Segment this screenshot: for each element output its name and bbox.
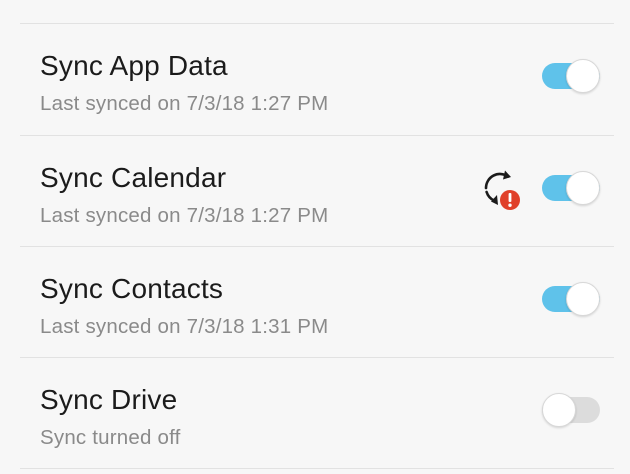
sync-item-contacts[interactable]: Sync Contacts Last synced on 7/3/18 1:31…: [0, 247, 630, 357]
list-divider: [20, 468, 614, 469]
sync-item-title: Sync Calendar: [40, 162, 227, 193]
sync-item-subtitle: Last synced on 7/3/18 1:31 PM: [40, 315, 329, 338]
sync-item-subtitle: Last synced on 7/3/18 1:27 PM: [40, 204, 329, 227]
sync-item-calendar[interactable]: Sync Calendar Last synced on 7/3/18 1:27…: [0, 136, 630, 246]
sync-error-icon[interactable]: [478, 164, 522, 212]
sync-calendar-toggle[interactable]: [542, 171, 600, 205]
toggle-knob: [542, 393, 576, 427]
sync-settings-list: Sync App Data Last synced on 7/3/18 1:27…: [0, 0, 630, 474]
toggle-knob: [566, 59, 600, 93]
sync-item-drive[interactable]: Sync Drive Sync turned off: [0, 358, 630, 468]
sync-contacts-toggle[interactable]: [542, 282, 600, 316]
sync-item-title: Sync Drive: [40, 384, 178, 415]
sync-item-subtitle: Sync turned off: [40, 426, 181, 449]
sync-item-title: Sync Contacts: [40, 273, 224, 304]
toggle-knob: [566, 171, 600, 205]
toggle-knob: [566, 282, 600, 316]
sync-item-subtitle: Last synced on 7/3/18 1:27 PM: [40, 92, 329, 115]
sync-drive-toggle[interactable]: [542, 393, 600, 427]
sync-item-title: Sync App Data: [40, 50, 228, 81]
sync-app-data-toggle[interactable]: [542, 59, 600, 93]
sync-item-app-data[interactable]: Sync App Data Last synced on 7/3/18 1:27…: [0, 24, 630, 134]
